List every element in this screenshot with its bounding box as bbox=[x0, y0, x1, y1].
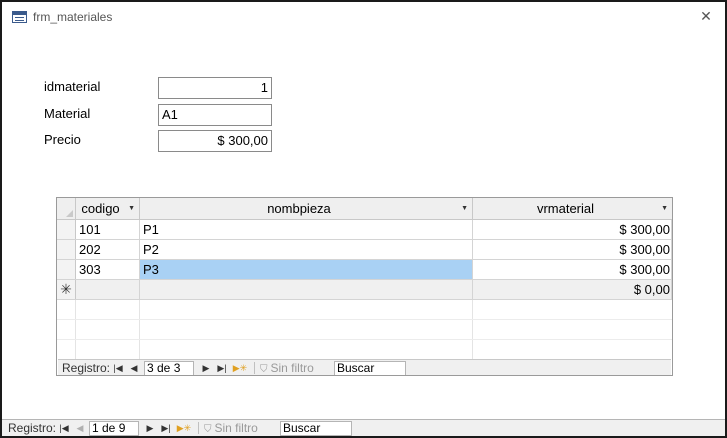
record-nav-label: Registro: bbox=[8, 421, 57, 435]
datasheet-empty-area bbox=[57, 300, 672, 359]
subform-record-navigation: Registro: |◀ ◀ 3 de 3 ▶ ▶| ▶✳ ⛉ Sin filtr… bbox=[58, 359, 671, 375]
form-icon bbox=[12, 11, 27, 23]
first-record-icon[interactable]: |◀ bbox=[58, 420, 70, 436]
table-row[interactable]: 303 P3 $ 300,00 bbox=[57, 260, 672, 280]
row-selector[interactable] bbox=[57, 220, 76, 239]
idmaterial-label: idmaterial bbox=[44, 79, 101, 94]
chevron-down-icon[interactable]: ▼ bbox=[661, 198, 668, 219]
no-filter-icon: ⛉ bbox=[204, 424, 212, 435]
form-window: frm_materiales ✕ idmaterial 1 Material A… bbox=[0, 0, 727, 438]
material-field[interactable]: A1 bbox=[158, 104, 272, 126]
cell-codigo[interactable]: 202 bbox=[76, 240, 140, 259]
new-record-icon[interactable]: ▶✳ bbox=[232, 360, 248, 375]
close-icon[interactable]: ✕ bbox=[697, 7, 715, 25]
search-input[interactable]: Buscar bbox=[334, 361, 406, 375]
column-header-vrmaterial[interactable]: vrmaterial ▼ bbox=[473, 198, 672, 220]
cell-nombpieza[interactable] bbox=[140, 280, 473, 299]
cell-codigo[interactable]: 303 bbox=[76, 260, 140, 279]
column-header-nombpieza[interactable]: nombpieza ▼ bbox=[140, 198, 473, 220]
title-bar: frm_materiales ✕ bbox=[2, 2, 725, 32]
filter-toggle[interactable]: ⛉ Sin filtro bbox=[204, 420, 258, 436]
subform-datasheet: codigo ▼ nombpieza ▼ vrmaterial ▼ 101 P1… bbox=[56, 197, 673, 376]
cell-nombpieza[interactable]: P1 bbox=[140, 220, 473, 239]
cell-vrmaterial[interactable]: $ 300,00 bbox=[473, 240, 672, 259]
previous-record-icon[interactable]: ◀ bbox=[128, 360, 140, 375]
cell-nombpieza-selected[interactable]: P3 bbox=[140, 260, 473, 279]
previous-record-icon[interactable]: ◀ bbox=[74, 420, 86, 436]
row-selector[interactable] bbox=[57, 260, 76, 279]
next-record-icon[interactable]: ▶ bbox=[144, 420, 156, 436]
new-record-icon[interactable]: ▶✳ bbox=[176, 420, 192, 436]
precio-field[interactable]: $ 300,00 bbox=[158, 130, 272, 152]
form-record-navigation: Registro: |◀ ◀ 1 de 9 ▶ ▶| ▶✳ ⛉ Sin filtr… bbox=[2, 419, 725, 436]
select-all-button[interactable] bbox=[57, 198, 76, 220]
search-input[interactable]: Buscar bbox=[280, 421, 352, 436]
window-title: frm_materiales bbox=[33, 10, 113, 24]
cell-codigo[interactable]: 101 bbox=[76, 220, 140, 239]
cell-vrmaterial[interactable]: $ 300,00 bbox=[473, 260, 672, 279]
new-record-row[interactable]: ✳ $ 0,00 bbox=[57, 280, 672, 300]
last-record-icon[interactable]: ▶| bbox=[160, 420, 172, 436]
idmaterial-field[interactable]: 1 bbox=[158, 77, 272, 99]
new-record-icon[interactable]: ✳ bbox=[57, 280, 76, 299]
precio-label: Precio bbox=[44, 132, 81, 147]
chevron-down-icon[interactable]: ▼ bbox=[128, 198, 135, 219]
material-label: Material bbox=[44, 106, 91, 121]
current-record-field[interactable]: 1 de 9 bbox=[89, 421, 139, 436]
first-record-icon[interactable]: |◀ bbox=[112, 360, 124, 375]
cell-vrmaterial[interactable]: $ 0,00 bbox=[473, 280, 672, 299]
next-record-icon[interactable]: ▶ bbox=[200, 360, 212, 375]
table-row[interactable]: 202 P2 $ 300,00 bbox=[57, 240, 672, 260]
record-nav-label: Registro: bbox=[62, 361, 111, 375]
table-row[interactable]: 101 P1 $ 300,00 bbox=[57, 220, 672, 240]
no-filter-icon: ⛉ bbox=[260, 364, 268, 375]
row-selector[interactable] bbox=[57, 240, 76, 259]
chevron-down-icon[interactable]: ▼ bbox=[461, 198, 468, 219]
cell-vrmaterial[interactable]: $ 300,00 bbox=[473, 220, 672, 239]
last-record-icon[interactable]: ▶| bbox=[216, 360, 228, 375]
datasheet-header: codigo ▼ nombpieza ▼ vrmaterial ▼ bbox=[57, 198, 672, 220]
column-header-codigo[interactable]: codigo ▼ bbox=[76, 198, 140, 220]
cell-codigo[interactable] bbox=[76, 280, 140, 299]
filter-toggle[interactable]: ⛉ Sin filtro bbox=[260, 360, 314, 375]
cell-nombpieza[interactable]: P2 bbox=[140, 240, 473, 259]
current-record-field[interactable]: 3 de 3 bbox=[144, 361, 194, 375]
